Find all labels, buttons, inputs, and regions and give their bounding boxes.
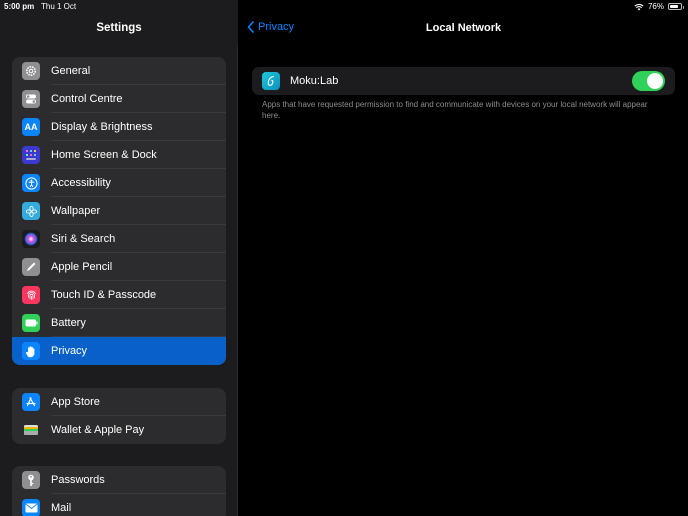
settings-group-3: Passwords Mail xyxy=(12,466,226,516)
status-time: 5:00 pm xyxy=(4,2,35,11)
local-network-toggle[interactable] xyxy=(632,71,665,91)
sidebar-item-siri-search[interactable]: Siri & Search xyxy=(12,225,226,253)
sidebar-item-label: Siri & Search xyxy=(51,233,116,245)
settings-sidebar: Settings General Control Centre AA Displ… xyxy=(0,0,238,516)
sidebar-item-label: Wallpaper xyxy=(51,205,101,217)
hand-icon xyxy=(22,342,40,360)
battery-percent: 76% xyxy=(647,2,664,11)
sidebar-item-label: General xyxy=(51,65,91,77)
grid-icon xyxy=(22,146,40,164)
sidebar-item-general[interactable]: General xyxy=(12,57,226,85)
sidebar-item-wallpaper[interactable]: Wallpaper xyxy=(12,197,226,225)
sidebar-item-privacy[interactable]: Privacy xyxy=(12,337,226,365)
settings-group-1: General Control Centre AA Display & Brig… xyxy=(12,57,226,365)
app-permission-row: Moku:Lab xyxy=(252,67,675,95)
siri-icon xyxy=(22,230,40,248)
sidebar-item-app-store[interactable]: App Store xyxy=(12,388,226,416)
sidebar-item-label: App Store xyxy=(51,396,100,408)
sidebar-item-label: Wallet & Apple Pay xyxy=(51,424,145,436)
sidebar-item-touch-id-passcode[interactable]: Touch ID & Passcode xyxy=(12,281,226,309)
sidebar-item-mail[interactable]: Mail xyxy=(12,494,226,516)
sidebar-item-label: Home Screen & Dock xyxy=(51,149,157,161)
sidebar-item-label: Mail xyxy=(51,502,72,514)
sidebar-item-apple-pencil[interactable]: Apple Pencil xyxy=(12,253,226,281)
sidebar-item-label: Display & Brightness xyxy=(51,121,153,133)
flower-icon xyxy=(22,202,40,220)
sidebar-item-label: Accessibility xyxy=(51,177,111,189)
wifi-icon xyxy=(634,3,644,10)
sidebar-item-display-brightness[interactable]: AA Display & Brightness xyxy=(12,113,226,141)
battery-indicator-icon xyxy=(668,3,684,10)
battery-icon xyxy=(22,314,40,332)
battery-level-fill xyxy=(670,5,678,8)
app-store-icon xyxy=(22,393,40,411)
sidebar-item-accessibility[interactable]: Accessibility xyxy=(12,169,226,197)
key-icon xyxy=(22,471,40,489)
status-date: Thu 1 Oct xyxy=(41,2,77,11)
toggles-icon xyxy=(22,90,40,108)
app-name: Moku:Lab xyxy=(290,75,339,87)
sidebar-item-control-centre[interactable]: Control Centre xyxy=(12,85,226,113)
sidebar-item-label: Battery xyxy=(51,317,86,329)
sidebar-item-label: Passwords xyxy=(51,474,105,486)
gear-icon xyxy=(22,62,40,80)
sidebar-item-label: Apple Pencil xyxy=(51,261,113,273)
sidebar-item-label: Privacy xyxy=(51,345,88,357)
footnote-text: Apps that have requested permission to f… xyxy=(262,100,648,120)
text-size-icon: AA xyxy=(22,118,40,136)
wallet-icon xyxy=(22,421,40,439)
sidebar-item-passwords[interactable]: Passwords xyxy=(12,466,226,494)
sidebar-item-home-screen-dock[interactable]: Home Screen & Dock xyxy=(12,141,226,169)
fingerprint-icon xyxy=(22,286,40,304)
settings-group-2: App Store Wallet & Apple Pay xyxy=(12,388,226,444)
sidebar-item-label: Touch ID & Passcode xyxy=(51,289,157,301)
status-indicators: 76% xyxy=(634,2,684,11)
toggle-knob xyxy=(647,73,663,89)
status-bar: 5:00 pm Thu 1 Oct 76% xyxy=(0,0,688,14)
accessibility-icon xyxy=(22,174,40,192)
detail-pane: Privacy Local Network Moku:Lab Apps that… xyxy=(239,0,688,516)
pencil-icon xyxy=(22,258,40,276)
mail-icon xyxy=(22,499,40,516)
sidebar-title: Settings xyxy=(96,22,142,34)
sidebar-item-label: Control Centre xyxy=(51,93,123,105)
sidebar-item-battery[interactable]: Battery xyxy=(12,309,226,337)
page-title: Local Network xyxy=(425,22,502,34)
moku-lab-app-icon xyxy=(262,72,280,90)
sidebar-item-wallet-apple-pay[interactable]: Wallet & Apple Pay xyxy=(12,416,226,444)
